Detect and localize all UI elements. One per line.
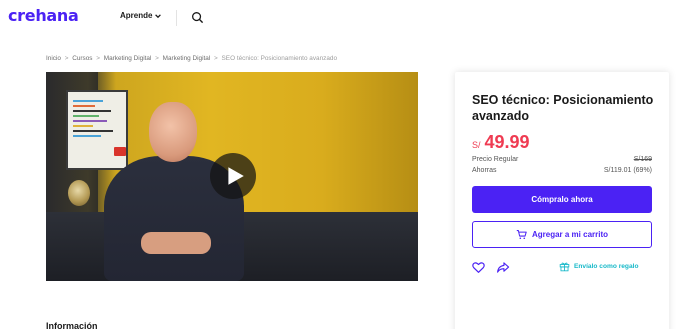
current-price: 49.99 bbox=[484, 132, 530, 152]
breadcrumb-separator: > bbox=[64, 55, 69, 62]
send-as-gift-label: Envíalo como regalo bbox=[574, 263, 639, 270]
search-icon[interactable] bbox=[191, 11, 204, 24]
breadcrumb-subcategory[interactable]: Marketing Digital bbox=[163, 55, 211, 62]
add-to-cart-button[interactable]: Agregar a mi carrito bbox=[472, 221, 652, 248]
information-section-heading: Información bbox=[46, 321, 98, 329]
breadcrumb-separator: > bbox=[214, 55, 218, 62]
crehana-logo[interactable]: crehana bbox=[8, 6, 79, 25]
breadcrumb: Inicio > Cursos > Marketing Digital > Ma… bbox=[46, 55, 337, 62]
video-wall-poster bbox=[66, 90, 128, 170]
gift-icon bbox=[559, 262, 570, 272]
breadcrumb-courses[interactable]: Cursos bbox=[72, 55, 92, 62]
breadcrumb-category[interactable]: Marketing Digital bbox=[104, 55, 152, 62]
price-row: S/ 49.99 bbox=[472, 132, 530, 153]
breadcrumb-separator: > bbox=[96, 55, 100, 62]
poster-speech-bubble bbox=[114, 147, 126, 156]
add-to-cart-label: Agregar a mi carrito bbox=[531, 230, 609, 239]
top-header: crehana Aprende bbox=[0, 0, 700, 36]
breadcrumb-separator: > bbox=[155, 55, 159, 62]
nav-learn-label: Aprende bbox=[120, 11, 153, 20]
course-title: SEO técnico: Posicionamiento avanzado bbox=[472, 93, 654, 123]
buy-now-button[interactable]: Cómpralo ahora bbox=[472, 186, 652, 213]
chevron-down-icon bbox=[155, 13, 162, 18]
price-currency: S/ bbox=[472, 140, 481, 150]
share-icon[interactable] bbox=[496, 261, 510, 274]
course-video-player[interactable] bbox=[46, 72, 418, 281]
video-plant bbox=[68, 180, 90, 206]
savings-label: Ahorras bbox=[472, 167, 497, 174]
regular-price-value: S/169 bbox=[633, 156, 652, 163]
savings-row: Ahorras S/119.01 (69%) bbox=[472, 167, 652, 174]
header-divider bbox=[176, 10, 177, 26]
instructor-hands bbox=[141, 232, 211, 254]
heart-icon[interactable] bbox=[472, 261, 485, 274]
play-button[interactable] bbox=[210, 153, 256, 199]
regular-price-row: Precio Regular S/169 bbox=[472, 156, 652, 163]
breadcrumb-home[interactable]: Inicio bbox=[46, 55, 61, 62]
play-icon bbox=[228, 167, 244, 185]
instructor-head bbox=[149, 102, 197, 162]
regular-price-label: Precio Regular bbox=[472, 156, 519, 163]
breadcrumb-current: SEO técnico: Posicionamiento avanzado bbox=[221, 55, 337, 62]
cart-icon bbox=[516, 230, 527, 240]
nav-learn-menu[interactable]: Aprende bbox=[120, 11, 162, 20]
savings-value: S/119.01 (69%) bbox=[603, 167, 652, 174]
send-as-gift-link[interactable]: Envíalo como regalo bbox=[559, 261, 639, 272]
course-purchase-card: SEO técnico: Posicionamiento avanzado S/… bbox=[455, 72, 669, 329]
